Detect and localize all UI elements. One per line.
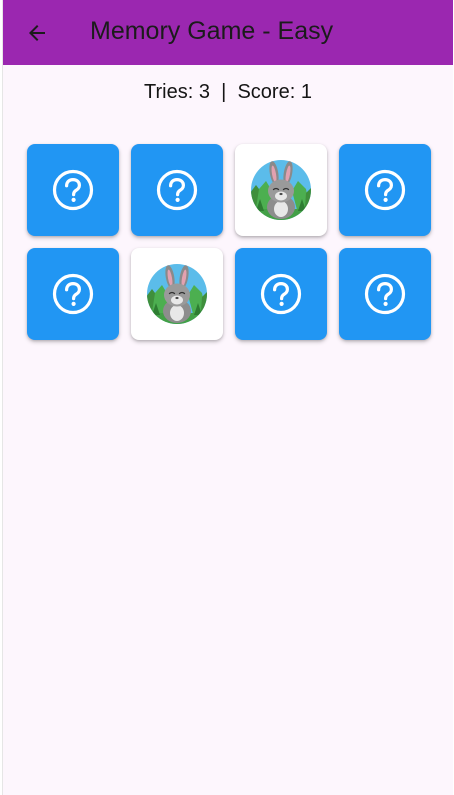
- score-label: Score:: [237, 81, 296, 103]
- memory-card-5[interactable]: [27, 248, 119, 340]
- score-value: 1: [300, 81, 312, 103]
- card-grid: [27, 144, 431, 340]
- page-title: Memory Game - Easy: [90, 17, 334, 45]
- memory-card-3[interactable]: [235, 144, 327, 236]
- score-bar: Tries: 3 | Score: 1: [3, 78, 453, 106]
- game-screen: Memory Game - Easy Tries: 3 | Score: 1: [3, 0, 453, 795]
- help-circle-icon: [52, 273, 94, 315]
- arrow-left-icon: [25, 21, 49, 45]
- back-button[interactable]: [21, 17, 53, 49]
- help-circle-icon: [52, 169, 94, 211]
- memory-card-8[interactable]: [339, 248, 431, 340]
- help-circle-icon: [156, 169, 198, 211]
- stats-separator: |: [221, 81, 227, 103]
- help-circle-icon: [260, 273, 302, 315]
- tries-value: 3: [198, 81, 210, 103]
- rabbit-icon: [250, 159, 312, 221]
- rabbit-icon: [146, 263, 208, 325]
- memory-card-6[interactable]: [131, 248, 223, 340]
- app-bar: Memory Game - Easy: [3, 0, 453, 65]
- memory-card-7[interactable]: [235, 248, 327, 340]
- help-circle-icon: [364, 273, 406, 315]
- memory-card-2[interactable]: [131, 144, 223, 236]
- memory-card-1[interactable]: [27, 144, 119, 236]
- tries-label: Tries:: [144, 81, 194, 103]
- memory-card-4[interactable]: [339, 144, 431, 236]
- help-circle-icon: [364, 169, 406, 211]
